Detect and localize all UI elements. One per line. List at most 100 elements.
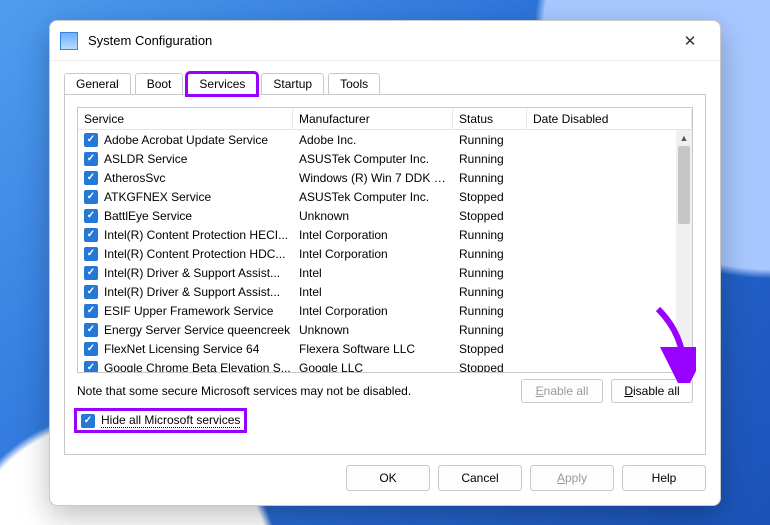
app-icon xyxy=(60,32,78,50)
window-title: System Configuration xyxy=(88,33,670,48)
service-status: Running xyxy=(453,132,527,148)
tab-general[interactable]: General xyxy=(64,73,131,95)
col-status[interactable]: Status xyxy=(453,109,527,129)
service-name: FlexNet Licensing Service 64 xyxy=(104,342,259,356)
scroll-thumb[interactable] xyxy=(678,146,690,224)
row-checkbox[interactable] xyxy=(84,266,98,280)
table-row[interactable]: Intel(R) Content Protection HECI...Intel… xyxy=(78,225,692,244)
service-manufacturer: Google LLC xyxy=(293,360,453,373)
col-service[interactable]: Service xyxy=(78,109,293,129)
table-row[interactable]: Intel(R) Driver & Support Assist...Intel… xyxy=(78,263,692,282)
service-name: ATKGFNEX Service xyxy=(104,190,211,204)
row-checkbox[interactable] xyxy=(84,209,98,223)
service-date-disabled xyxy=(527,253,692,255)
table-row[interactable]: Energy Server Service queencreekUnknownR… xyxy=(78,320,692,339)
service-manufacturer: Unknown xyxy=(293,322,453,338)
row-checkbox[interactable] xyxy=(84,190,98,204)
service-status: Running xyxy=(453,170,527,186)
scroll-up-icon[interactable]: ▲ xyxy=(676,130,692,146)
service-status: Running xyxy=(453,246,527,262)
row-checkbox[interactable] xyxy=(84,228,98,242)
service-date-disabled xyxy=(527,329,692,331)
service-date-disabled xyxy=(527,348,692,350)
service-name: Intel(R) Content Protection HDC... xyxy=(104,247,285,261)
service-date-disabled xyxy=(527,177,692,179)
services-table: Service Manufacturer Status Date Disable… xyxy=(77,107,693,373)
service-status: Stopped xyxy=(453,341,527,357)
service-date-disabled xyxy=(527,158,692,160)
row-checkbox[interactable] xyxy=(84,323,98,337)
table-row[interactable]: Intel(R) Content Protection HDC... Intel … xyxy=(78,244,692,263)
service-name: Intel(R) Driver & Support Assist... xyxy=(104,266,280,280)
service-status: Stopped xyxy=(453,189,527,205)
service-status: Running xyxy=(453,303,527,319)
table-row[interactable]: Intel(R) Driver & Support Assist...Intel… xyxy=(78,282,692,301)
service-date-disabled xyxy=(527,291,692,293)
scroll-down-icon[interactable]: ▼ xyxy=(676,356,692,372)
hide-microsoft-checkbox[interactable]: Hide all Microsoft services xyxy=(77,411,244,430)
scrollbar[interactable]: ▲ ▼ xyxy=(676,130,692,372)
row-checkbox[interactable] xyxy=(84,304,98,318)
table-row[interactable]: BattlEye Service UnknownStopped xyxy=(78,206,692,225)
service-manufacturer: Intel Corporation xyxy=(293,246,453,262)
service-name: Google Chrome Beta Elevation S... xyxy=(104,361,291,373)
help-button[interactable]: Help xyxy=(622,465,706,491)
enable-all-button[interactable]: Enable all xyxy=(521,379,603,403)
titlebar: System Configuration ✕ xyxy=(50,21,720,61)
tab-boot[interactable]: Boot xyxy=(135,73,184,95)
service-manufacturer: ASUSTek Computer Inc. xyxy=(293,189,453,205)
service-name: BattlEye Service xyxy=(104,209,192,223)
service-status: Running xyxy=(453,265,527,281)
ok-button[interactable]: OK xyxy=(346,465,430,491)
service-name: ESIF Upper Framework Service xyxy=(104,304,273,318)
service-manufacturer: Intel Corporation xyxy=(293,303,453,319)
disable-all-button[interactable]: Disable all xyxy=(611,379,693,403)
service-date-disabled xyxy=(527,234,692,236)
row-checkbox[interactable] xyxy=(84,285,98,299)
col-date-disabled[interactable]: Date Disabled xyxy=(527,109,692,129)
table-row[interactable]: Adobe Acrobat Update Service Adobe Inc.Ru… xyxy=(78,130,692,149)
table-body: Adobe Acrobat Update ServiceAdobe Inc.Ru… xyxy=(78,130,692,372)
col-manufacturer[interactable]: Manufacturer xyxy=(293,109,453,129)
hide-microsoft-label: Hide all Microsoft services xyxy=(101,413,240,428)
row-checkbox[interactable] xyxy=(84,247,98,261)
row-checkbox[interactable] xyxy=(84,342,98,356)
table-row[interactable]: Google Chrome Beta Elevation S...Google … xyxy=(78,358,692,372)
tab-startup[interactable]: Startup xyxy=(261,73,324,95)
service-manufacturer: ASUSTek Computer Inc. xyxy=(293,151,453,167)
cancel-button[interactable]: Cancel xyxy=(438,465,522,491)
service-status: Stopped xyxy=(453,208,527,224)
service-manufacturer: Adobe Inc. xyxy=(293,132,453,148)
service-date-disabled xyxy=(527,139,692,141)
tab-tools[interactable]: Tools xyxy=(328,73,380,95)
scroll-track[interactable] xyxy=(676,146,692,356)
tab-strip: General Boot Services Startup Tools xyxy=(50,61,720,94)
table-row[interactable]: ESIF Upper Framework Service Intel Corpor… xyxy=(78,301,692,320)
row-checkbox[interactable] xyxy=(84,152,98,166)
dialog-buttons: OK Cancel Apply Help xyxy=(50,455,720,505)
row-checkbox[interactable] xyxy=(84,171,98,185)
service-status: Running xyxy=(453,151,527,167)
service-status: Stopped xyxy=(453,360,527,373)
services-panel: Service Manufacturer Status Date Disable… xyxy=(64,94,706,455)
service-status: Running xyxy=(453,284,527,300)
service-date-disabled xyxy=(527,310,692,312)
service-date-disabled xyxy=(527,272,692,274)
close-icon[interactable]: ✕ xyxy=(670,32,710,50)
table-row[interactable]: AtherosSvcWindows (R) Win 7 DDK p...Runn… xyxy=(78,168,692,187)
note-text: Note that some secure Microsoft services… xyxy=(77,384,411,398)
table-row[interactable]: ASLDR Service ASUSTek Computer Inc.Runnin… xyxy=(78,149,692,168)
row-checkbox[interactable] xyxy=(84,361,98,373)
service-name: ASLDR Service xyxy=(104,152,187,166)
tab-services[interactable]: Services xyxy=(187,73,257,95)
service-status: Running xyxy=(453,322,527,338)
row-checkbox[interactable] xyxy=(84,133,98,147)
service-manufacturer: Unknown xyxy=(293,208,453,224)
service-status: Running xyxy=(453,227,527,243)
service-name: Adobe Acrobat Update Service xyxy=(104,133,268,147)
apply-button[interactable]: Apply xyxy=(530,465,614,491)
table-row[interactable]: ATKGFNEX Service ASUSTek Computer Inc.Sto… xyxy=(78,187,692,206)
table-row[interactable]: FlexNet Licensing Service 64Flexera Soft… xyxy=(78,339,692,358)
checkbox-icon[interactable] xyxy=(81,414,95,428)
service-name: Intel(R) Driver & Support Assist... xyxy=(104,285,280,299)
